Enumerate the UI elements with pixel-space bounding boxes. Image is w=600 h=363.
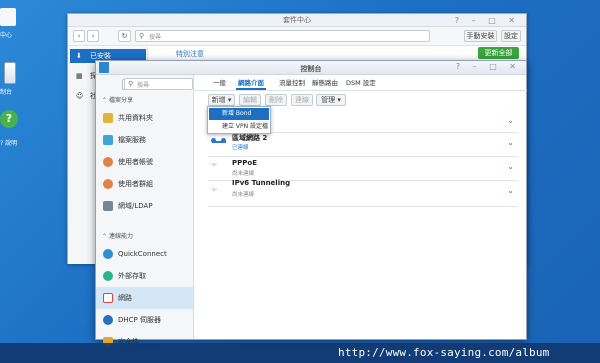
expand-chevron-icon[interactable]: ⌄ bbox=[507, 162, 514, 171]
house-network-icon bbox=[103, 293, 113, 303]
quickconnect-icon bbox=[103, 249, 113, 259]
nav-item-label: 使用者帳號 bbox=[118, 158, 153, 166]
manual-install-button[interactable]: 手動安裝 bbox=[464, 30, 497, 42]
desktop-icon-control-panel[interactable]: 制台 bbox=[0, 60, 20, 96]
dhcp-icon bbox=[103, 315, 113, 325]
folder-icon bbox=[103, 113, 113, 123]
nav-item-dhcp-server[interactable]: DHCP 伺服器 bbox=[96, 309, 193, 331]
domain-icon bbox=[103, 201, 113, 211]
interface-status: 尚未連線 bbox=[232, 192, 255, 198]
update-all-button[interactable]: 更新全部 bbox=[478, 47, 519, 59]
search-placeholder: 搜尋 bbox=[149, 34, 162, 41]
window-controls[interactable]: ? – □ ✕ bbox=[456, 62, 521, 71]
nav-item-user[interactable]: 使用者帳號 bbox=[96, 151, 193, 173]
nav-item-label: 外部存取 bbox=[118, 272, 146, 280]
expand-chevron-icon[interactable]: ⌄ bbox=[507, 116, 514, 125]
package-toolbar: ‹ › ↻ ⚲ 搜尋 手動安裝 設定 bbox=[68, 27, 526, 46]
window-controls[interactable]: ? – □ ✕ bbox=[455, 14, 520, 27]
nav-item-label: 網域/LDAP bbox=[118, 202, 153, 210]
edit-button[interactable]: 編輯 bbox=[239, 94, 261, 106]
expand-chevron-icon[interactable]: ⌄ bbox=[507, 138, 514, 147]
collapse-icon: ⌃ bbox=[102, 97, 109, 104]
tab-general[interactable]: 一般 bbox=[213, 77, 226, 87]
nav-item-label: DHCP 伺服器 bbox=[118, 316, 161, 324]
grid-icon: ▦ bbox=[76, 72, 83, 80]
interface-row[interactable]: 區域網路 2 已連線 ⌄ bbox=[208, 133, 518, 157]
download-icon: ⬇ bbox=[76, 52, 82, 60]
tab-dsm-settings[interactable]: DSM 設定 bbox=[346, 77, 376, 87]
collapse-icon: ⌃ bbox=[102, 233, 109, 240]
ipv6-tunnel-disconnected-icon: ‧›‧ bbox=[211, 185, 217, 194]
nav-item-network[interactable]: 網路 bbox=[96, 287, 193, 309]
nav-item-file-services[interactable]: 檔案服務 bbox=[96, 129, 193, 151]
globe-icon bbox=[103, 271, 113, 281]
nav-item-label: 使用者群組 bbox=[118, 180, 153, 188]
people-icon: ☺ bbox=[76, 92, 84, 100]
control-panel-sidebar: ⌂ ⚲ 搜尋 ⌃ 檔案分享 共用資料夾 檔案服務 使用者帳號 使用者群組 網域/… bbox=[96, 75, 194, 347]
nav-item-label: 網路 bbox=[118, 294, 132, 302]
search-icon: ⚲ bbox=[128, 80, 134, 88]
interface-status: 尚未連線 bbox=[232, 171, 255, 177]
section-label: 檔案分享 bbox=[108, 97, 133, 104]
section-label: 連線能力 bbox=[108, 233, 133, 240]
delete-button[interactable]: 刪除 bbox=[265, 94, 287, 106]
interface-name: PPPoE bbox=[232, 159, 257, 167]
interface-name: 區域網路 2 bbox=[232, 134, 268, 142]
create-button[interactable]: 新增 ▾ bbox=[208, 94, 235, 106]
sidebar-item-label: 已安裝 bbox=[90, 52, 111, 60]
interface-name: IPv6 Tunneling bbox=[232, 179, 291, 187]
desktop-icon-package-center[interactable]: 中心 bbox=[0, 5, 20, 39]
settings-button[interactable]: 設定 bbox=[501, 30, 521, 42]
manage-button[interactable]: 管理 ▾ bbox=[316, 94, 346, 106]
window-titlebar: 套件中心 ? – □ ✕ bbox=[68, 14, 526, 27]
interface-status: 已連線 bbox=[232, 145, 249, 151]
lan-node-icon bbox=[221, 138, 226, 143]
desktop-icon-label: ? 說明 bbox=[0, 140, 18, 147]
search-input[interactable]: ⚲ 搜尋 bbox=[135, 30, 430, 42]
nav-item-label: 檔案服務 bbox=[118, 136, 146, 144]
nav-item-group[interactable]: 使用者群組 bbox=[96, 173, 193, 195]
tab-static-route[interactable]: 靜態路由 bbox=[312, 77, 338, 87]
control-panel-window: 控制台 ? – □ ✕ ⌂ ⚲ 搜尋 ⌃ 檔案分享 共用資料夾 檔案服務 使用者… bbox=[95, 60, 527, 347]
window-titlebar: 控制台 ? – □ ✕ bbox=[96, 61, 526, 75]
tab-divider bbox=[194, 90, 527, 91]
tab-featured[interactable]: 特別注意 bbox=[176, 49, 204, 59]
interface-row[interactable]: ‧›‧ PPPoE 尚未連線 ⌄ bbox=[208, 157, 518, 181]
create-dropdown-menu: 新增 Bond 建立 VPN 設定檔 bbox=[207, 106, 271, 134]
file-services-icon bbox=[103, 135, 113, 145]
nav-item-quickconnect[interactable]: QuickConnect bbox=[96, 243, 193, 265]
pppoe-disconnected-icon: ‧›‧ bbox=[211, 160, 217, 169]
desktop-icon-label: 中心 bbox=[0, 32, 13, 39]
menu-item-create-vpn[interactable]: 建立 VPN 設定檔 bbox=[209, 121, 269, 133]
watermark-text: http://www.fox-saying.com/album bbox=[338, 346, 550, 359]
search-input[interactable]: ⚲ 搜尋 bbox=[124, 78, 193, 90]
nav-item-external-access[interactable]: 外部存取 bbox=[96, 265, 193, 287]
refresh-button[interactable]: ↻ bbox=[118, 30, 131, 42]
search-placeholder: 搜尋 bbox=[137, 82, 150, 89]
nav-item-label: QuickConnect bbox=[118, 250, 167, 258]
interface-row[interactable]: ‧›‧ IPv6 Tunneling 尚未連線 ⌄ bbox=[208, 179, 518, 207]
window-title: 套件中心 bbox=[283, 16, 311, 24]
tab-network-interface[interactable]: 網路介面 bbox=[238, 77, 264, 87]
section-file-sharing: ⌃ 檔案分享 bbox=[102, 95, 133, 104]
forward-button[interactable]: › bbox=[87, 30, 99, 42]
nav-item-label: 共用資料夾 bbox=[118, 114, 153, 122]
menu-item-create-bond[interactable]: 新增 Bond bbox=[209, 108, 269, 120]
back-button[interactable]: ‹ bbox=[73, 30, 85, 42]
nav-item-shared-folder[interactable]: 共用資料夾 bbox=[96, 107, 193, 129]
package-center-icon bbox=[0, 8, 16, 26]
nav-item-domain-ldap[interactable]: 網域/LDAP bbox=[96, 195, 193, 217]
search-icon: ⚲ bbox=[139, 32, 145, 40]
section-connectivity: ⌃ 連線能力 bbox=[102, 231, 133, 240]
desktop-icon-help[interactable]: ? ? 說明 bbox=[0, 110, 20, 148]
lan-node-icon bbox=[211, 138, 216, 143]
connect-button[interactable]: 連線 bbox=[291, 94, 313, 106]
desktop-icon-label: 制台 bbox=[0, 89, 13, 96]
user-icon bbox=[103, 157, 113, 167]
group-icon bbox=[103, 179, 113, 189]
expand-chevron-icon[interactable]: ⌄ bbox=[507, 186, 514, 195]
tab-traffic-control[interactable]: 流量控制 bbox=[279, 77, 305, 87]
help-icon: ? bbox=[0, 110, 18, 128]
control-panel-icon bbox=[4, 62, 16, 84]
